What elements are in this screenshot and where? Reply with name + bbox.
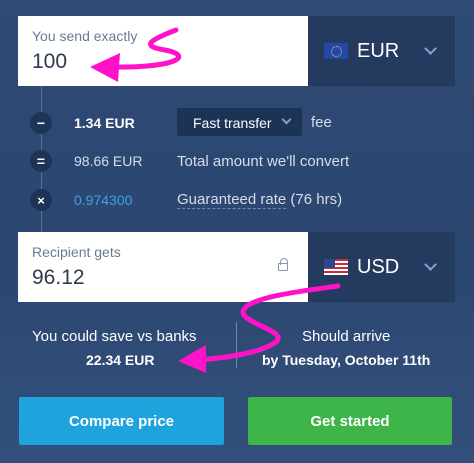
arrival-date: by Tuesday, October 11th bbox=[262, 352, 431, 368]
send-panel: You send exactly 100 EUR bbox=[18, 16, 455, 86]
receive-amount-value[interactable]: 96.12 bbox=[32, 266, 85, 290]
receive-amount-field[interactable]: Recipient gets 96.12 bbox=[18, 232, 308, 302]
us-flag-icon bbox=[324, 259, 348, 275]
fee-type-label: Fast transfer bbox=[193, 115, 272, 131]
guaranteed-rate-link[interactable]: Guaranteed rate bbox=[177, 191, 287, 209]
chevron-down-icon bbox=[424, 42, 437, 55]
summary-divider bbox=[236, 322, 237, 368]
equals-icon: = bbox=[30, 150, 52, 172]
send-amount-label: You send exactly bbox=[32, 28, 138, 44]
fee-label: fee bbox=[311, 114, 332, 131]
receive-currency-code: USD bbox=[357, 255, 400, 278]
rate-label: Guaranteed rate (76 hrs) bbox=[177, 191, 343, 209]
eu-flag-icon bbox=[324, 43, 348, 59]
compare-price-button[interactable]: Compare price bbox=[19, 397, 224, 445]
arrival-label: Should arrive bbox=[302, 328, 391, 345]
savings-label: You could save vs banks bbox=[32, 328, 197, 345]
fee-type-select[interactable]: Fast transfer bbox=[177, 108, 302, 136]
receive-amount-label: Recipient gets bbox=[32, 244, 121, 260]
savings-amount: 22.34 EUR bbox=[86, 352, 155, 368]
multiply-icon: × bbox=[30, 189, 52, 211]
rate-duration: (76 hrs) bbox=[286, 191, 343, 208]
chevron-down-icon bbox=[281, 114, 292, 125]
receive-currency-select[interactable]: USD bbox=[308, 232, 455, 302]
get-started-button[interactable]: Get started bbox=[248, 397, 452, 445]
unlock-icon[interactable] bbox=[278, 258, 288, 271]
receive-panel: Recipient gets 96.12 USD bbox=[18, 232, 455, 302]
send-amount-value[interactable]: 100 bbox=[32, 50, 67, 74]
annotation-arrowhead-savings bbox=[178, 345, 206, 373]
send-currency-select[interactable]: EUR bbox=[308, 16, 455, 86]
convert-label: Total amount we'll convert bbox=[177, 153, 350, 170]
fee-amount: 1.34 EUR bbox=[74, 115, 135, 131]
chevron-down-icon bbox=[424, 258, 437, 271]
minus-icon: − bbox=[30, 112, 52, 134]
exchange-rate-value: 0.974300 bbox=[74, 192, 133, 208]
send-currency-code: EUR bbox=[357, 39, 400, 62]
convert-amount: 98.66 EUR bbox=[74, 153, 143, 169]
send-amount-field[interactable]: You send exactly 100 bbox=[18, 16, 308, 86]
